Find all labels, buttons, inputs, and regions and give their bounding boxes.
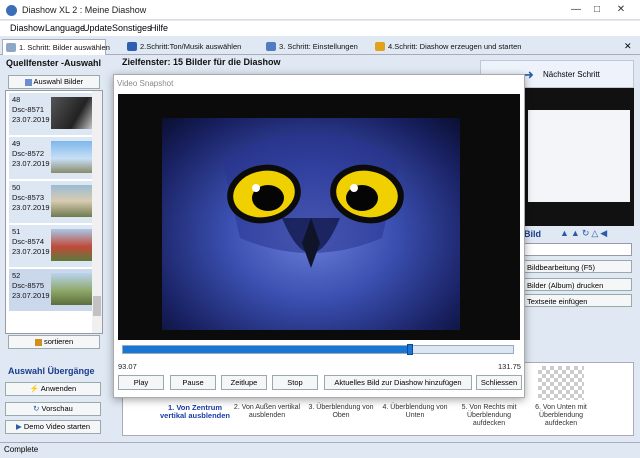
image-icon bbox=[24, 78, 32, 86]
transition-item-4[interactable]: 4. Überblendung von Unten bbox=[378, 404, 452, 420]
tab-step-1[interactable]: 1. Schritt: Bilder auswählen bbox=[2, 39, 110, 55]
thumbnail bbox=[51, 141, 95, 173]
preview-filmstrip bbox=[524, 88, 634, 226]
window-title: Diashow XL 2 : Meine Diashow bbox=[22, 5, 147, 15]
image-edit-button[interactable]: Bildbearbeitung (F5) bbox=[520, 260, 632, 273]
print-album-button[interactable]: Bilder (Album) drucken bbox=[520, 278, 632, 291]
tab-step-3[interactable]: 3. Schritt: Einstellungen bbox=[263, 39, 363, 55]
app-logo-icon bbox=[6, 5, 17, 16]
stop-button[interactable]: Stop bbox=[272, 375, 318, 390]
sort-button[interactable]: sortieren bbox=[8, 335, 100, 349]
preview-icon: ↻ bbox=[33, 404, 40, 413]
menu-diashow[interactable]: Diashow bbox=[10, 23, 45, 33]
video-icon: ▶ bbox=[15, 422, 22, 431]
lightning-icon: ⚡ bbox=[29, 384, 40, 393]
thumbnail bbox=[51, 229, 95, 261]
scrollbar[interactable] bbox=[92, 91, 102, 333]
time-end: 131.75 bbox=[498, 362, 521, 371]
video-snapshot-image bbox=[162, 118, 460, 330]
close-dialog-button[interactable]: Schliessen bbox=[476, 375, 522, 390]
transition-preview[interactable] bbox=[538, 366, 584, 400]
source-heading: Quellfenster -Auswahl bbox=[6, 58, 102, 68]
thumbnail bbox=[51, 273, 95, 305]
tab-step-4[interactable]: 4.Schritt: Diashow erzeugen und starten bbox=[372, 39, 522, 55]
transition-item-2[interactable]: 2. Von Außen vertikal ausblenden bbox=[230, 404, 304, 420]
menu-update[interactable]: Update bbox=[83, 23, 112, 33]
preview-thumbnail bbox=[528, 110, 630, 202]
transition-item-6[interactable]: 6. Von Unten mit Überblendung aufdecken bbox=[524, 404, 598, 428]
step-tabs: 1. Schritt: Bilder auswählen 2.Schritt:T… bbox=[0, 37, 640, 55]
transitions-heading: Auswahl Übergänge bbox=[8, 366, 95, 376]
sort-icon bbox=[34, 338, 42, 346]
close-icon[interactable]: ✕ bbox=[613, 3, 629, 17]
image-tools-label: Bild bbox=[524, 229, 541, 239]
status-bar bbox=[0, 442, 640, 458]
list-item[interactable]: 50 Dsc-8573 23.07.2019 bbox=[9, 181, 97, 223]
select-images-button[interactable]: Auswahl Bilder bbox=[8, 75, 100, 89]
source-image-list[interactable]: 48 Dsc-8571 23.07.2019 49 Dsc-8572 23.07… bbox=[5, 90, 103, 334]
list-item[interactable]: 52 Dsc-8575 23.07.2019 bbox=[9, 269, 97, 311]
menu-sonstiges[interactable]: Sonstiges bbox=[112, 23, 152, 33]
settings-icon bbox=[266, 42, 276, 51]
thumbnail bbox=[51, 185, 95, 217]
slow-motion-button[interactable]: Zeitlupe bbox=[221, 375, 267, 390]
scrollbar-thumb[interactable] bbox=[93, 296, 101, 316]
play-button[interactable]: Play bbox=[118, 375, 164, 390]
transition-item-1[interactable]: 1. Von Zentrum vertikal ausblenden bbox=[158, 404, 232, 420]
thumbnail bbox=[51, 97, 95, 129]
tab-step-2[interactable]: 2.Schritt:Ton/Musik auswählen bbox=[124, 39, 252, 55]
owl-face bbox=[222, 133, 404, 268]
apply-button[interactable]: ⚡ Anwenden bbox=[5, 382, 101, 396]
dialog-title: Video Snapshot bbox=[117, 79, 174, 88]
add-snapshot-button[interactable]: Aktuelles Bild zur Diashow hinzufügen bbox=[324, 375, 472, 390]
list-item[interactable]: 49 Dsc-8572 23.07.2019 bbox=[9, 137, 97, 179]
menu-bar: Diashow Language Update Sonstiges Hilfe bbox=[0, 21, 640, 36]
menu-hilfe[interactable]: Hilfe bbox=[150, 23, 168, 33]
list-item[interactable]: 48 Dsc-8571 23.07.2019 bbox=[9, 93, 97, 135]
preview-button[interactable]: ↻ Vorschau bbox=[5, 402, 101, 416]
demo-video-button[interactable]: ▶ Demo Video starten bbox=[5, 420, 101, 434]
pause-button[interactable]: Pause bbox=[170, 375, 216, 390]
rotate-icon[interactable]: ▲▲↻△◀ bbox=[560, 228, 632, 240]
menu-language[interactable]: Language bbox=[45, 23, 85, 33]
time-start: 93.07 bbox=[118, 362, 137, 371]
insert-text-page-button[interactable]: Textseite einfügen bbox=[520, 294, 632, 307]
minimize-icon[interactable]: — bbox=[568, 3, 584, 17]
maximize-icon[interactable]: □ bbox=[589, 3, 605, 17]
target-heading: Zielfenster: 15 Bilder für die Diashow bbox=[122, 57, 281, 67]
transition-item-5[interactable]: 5. Von Rechts mit Überblendung aufdecken bbox=[452, 404, 526, 428]
video-progress-fill bbox=[123, 346, 410, 353]
image-name-field[interactable] bbox=[524, 243, 632, 256]
video-progress-handle[interactable] bbox=[406, 344, 413, 355]
play-icon bbox=[375, 42, 385, 51]
close-tab-icon[interactable]: ✕ bbox=[624, 41, 632, 52]
image-icon bbox=[6, 43, 16, 52]
music-icon bbox=[127, 42, 137, 51]
transition-item-3[interactable]: 3. Überblendung von Oben bbox=[304, 404, 378, 420]
status-text: Complete bbox=[4, 445, 39, 454]
list-item[interactable]: 51 Dsc-8574 23.07.2019 bbox=[9, 225, 97, 267]
